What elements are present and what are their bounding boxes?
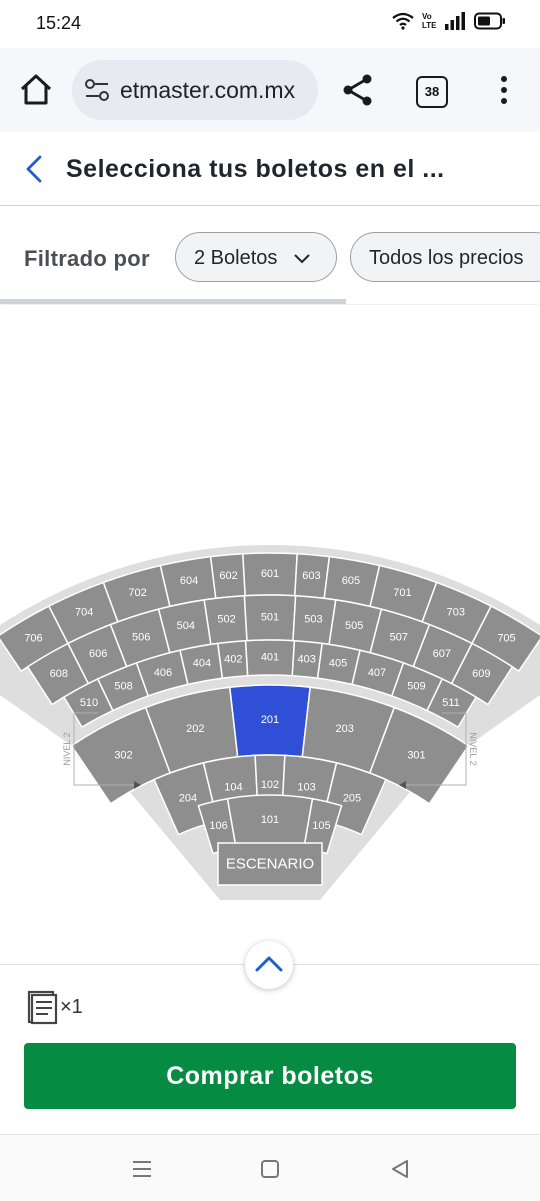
section-label-401: 401 [261, 652, 279, 664]
checkout-panel: ×1 Comprar boletos [0, 941, 540, 1135]
system-nav-bar [0, 1134, 540, 1201]
section-label-501: 501 [261, 612, 279, 624]
section-label-301: 301 [407, 750, 425, 762]
section-label-403: 403 [298, 653, 316, 665]
section-label-101: 101 [261, 814, 279, 826]
section-label-701: 701 [393, 587, 411, 599]
section-label-505: 505 [345, 620, 363, 632]
section-label-510: 510 [80, 697, 98, 709]
section-label-608: 608 [50, 668, 68, 680]
ticket-count-text: ×1 [60, 995, 83, 1018]
more-vert-icon[interactable] [494, 74, 514, 106]
section-label-607: 607 [433, 648, 451, 660]
section-label-204: 204 [179, 793, 197, 805]
section-label-103: 103 [297, 782, 315, 794]
section-label-704: 704 [75, 607, 93, 619]
section-label-703: 703 [447, 607, 465, 619]
home-icon[interactable] [18, 72, 54, 108]
filter-label: Filtrado por [24, 246, 150, 271]
section-label-202: 202 [186, 723, 204, 735]
ticket-quantity-label: 2 Boletos [194, 247, 278, 269]
status-time: 15:24 [36, 13, 82, 33]
url-text[interactable]: etmaster.com.mx [120, 77, 310, 104]
wifi-icon [392, 12, 414, 30]
section-label-503: 503 [304, 614, 322, 626]
ticket-count: ×1 [26, 989, 83, 1025]
buy-tickets-button[interactable]: Comprar boletos [24, 1043, 516, 1109]
section-label-508: 508 [114, 681, 132, 693]
back-nav-icon[interactable] [388, 1157, 412, 1181]
section-label-507: 507 [390, 632, 408, 644]
level-label-right: NIVEL 2 [468, 732, 478, 765]
section-label-606: 606 [89, 648, 107, 660]
page-header: Selecciona tus boletos en el ... [0, 133, 540, 206]
chevron-up-icon [255, 956, 283, 972]
section-label-504: 504 [177, 620, 195, 632]
stage-label: ESCENARIO [226, 856, 314, 873]
section-label-502: 502 [217, 614, 235, 626]
section-label-603: 603 [302, 570, 320, 582]
site-settings-icon[interactable] [84, 78, 110, 102]
status-icons: Vo LTE [392, 12, 506, 30]
home-nav-icon[interactable] [258, 1157, 282, 1181]
share-icon[interactable] [340, 72, 376, 108]
volte-badge: Vo LTE [422, 12, 437, 30]
section-label-404: 404 [193, 658, 211, 670]
section-label-511: 511 [442, 697, 460, 709]
section-label-601: 601 [261, 568, 279, 580]
section-label-706: 706 [24, 633, 42, 645]
level-label-left: NIVEL 2 [62, 732, 72, 765]
address-bar[interactable]: etmaster.com.mx [72, 60, 318, 120]
filter-scroll-indicator [0, 299, 346, 304]
price-filter-label: Todos los precios [369, 247, 524, 269]
ticket-quantity-dropdown[interactable]: 2 Boletos [175, 232, 337, 282]
section-label-405: 405 [329, 658, 347, 670]
filter-bar: Filtrado por 2 Boletos Todos los precios [0, 212, 540, 304]
chevron-left-icon[interactable] [22, 153, 46, 185]
section-label-203: 203 [336, 723, 354, 735]
price-filter-dropdown[interactable]: Todos los precios [350, 232, 540, 282]
section-label-205: 205 [343, 793, 361, 805]
section-label-506: 506 [132, 632, 150, 644]
section-label-605: 605 [342, 575, 360, 587]
expand-panel-button[interactable] [245, 941, 293, 989]
section-label-604: 604 [180, 575, 198, 587]
section-label-509: 509 [407, 681, 425, 693]
section-label-106: 106 [209, 820, 227, 832]
recent-apps-icon[interactable] [130, 1157, 154, 1181]
section-label-609: 609 [472, 668, 490, 680]
status-bar: 15:24 Vo LTE [0, 0, 540, 48]
page-title: Selecciona tus boletos en el ... [66, 155, 445, 183]
section-label-602: 602 [219, 570, 237, 582]
section-label-702: 702 [128, 587, 146, 599]
signal-icon [445, 12, 465, 30]
venue-map-svg[interactable]: 706 704 702 604 602 601 603 605 701 703 705 608 606 5… [0, 305, 540, 965]
section-label-105: 105 [312, 820, 330, 832]
section-label-201: 201 [261, 714, 279, 726]
section-label-104: 104 [224, 782, 242, 794]
ticket-icon [27, 990, 58, 1025]
section-label-407: 407 [368, 667, 386, 679]
section-label-102: 102 [261, 779, 279, 791]
seating-map[interactable]: 706 704 702 604 602 601 603 605 701 703 705 608 606 5… [0, 305, 540, 965]
section-label-705: 705 [497, 633, 515, 645]
section-label-302: 302 [114, 750, 132, 762]
battery-icon [474, 12, 505, 30]
browser-toolbar: etmaster.com.mx 38 [0, 48, 540, 132]
section-label-406: 406 [154, 667, 172, 679]
section-label-402: 402 [224, 653, 242, 665]
tab-switcher-button[interactable]: 38 [416, 76, 448, 108]
chevron-down-icon [294, 254, 310, 264]
